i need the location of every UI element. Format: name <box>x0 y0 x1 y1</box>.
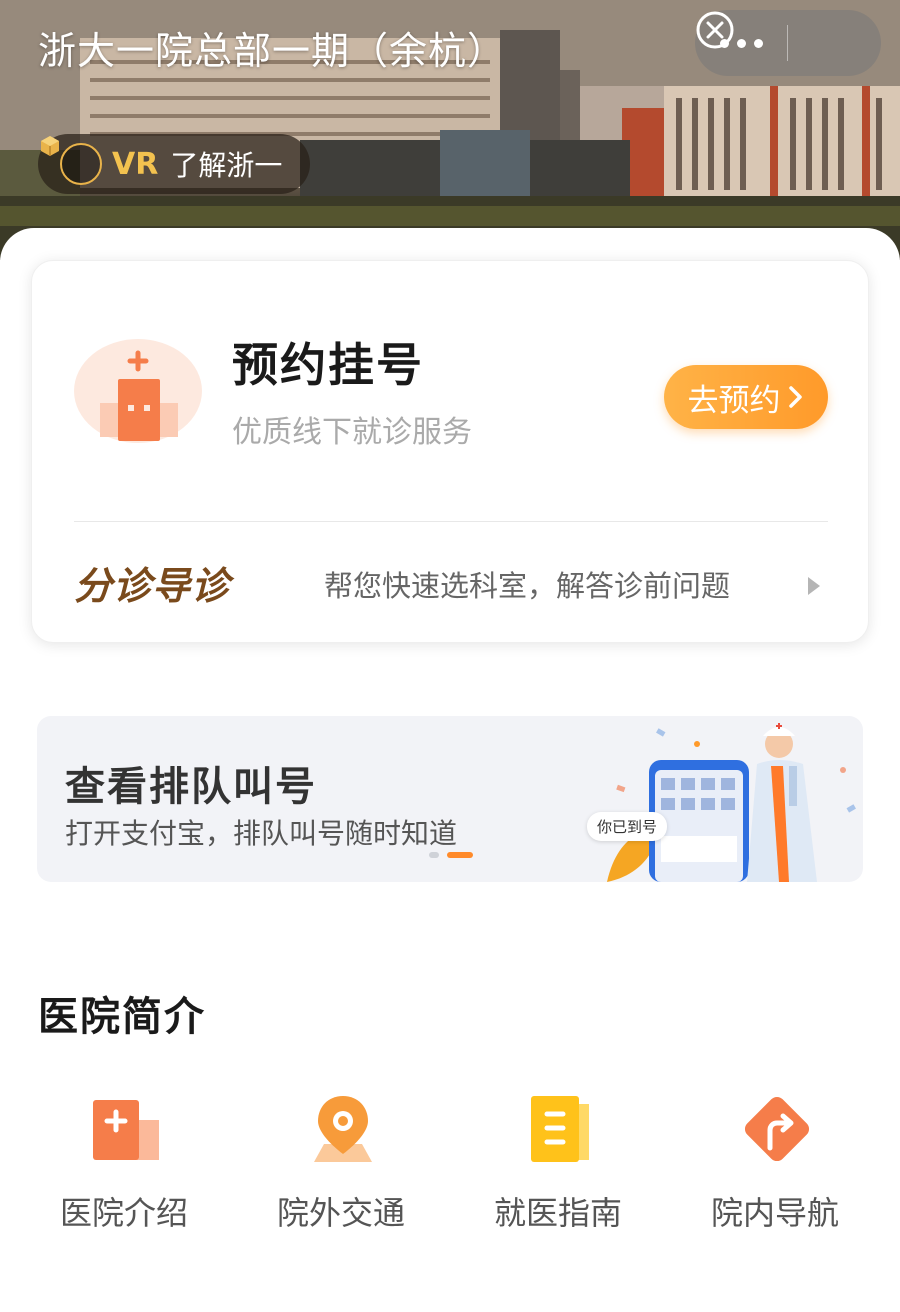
hospital-building-icon <box>74 339 202 443</box>
carousel-dot-active <box>447 852 473 858</box>
carousel-indicator <box>429 852 473 858</box>
grid-item-label: 就医指南 <box>493 1194 622 1232</box>
more-dot-icon <box>753 38 763 48</box>
appointment-card: 预约挂号 优质线下就诊服务 去预约 分诊导诊 帮您快速选科室，解答诊前问题 <box>31 260 869 643</box>
grid-item-transport[interactable]: 院外交通 <box>231 1080 451 1232</box>
hero-banner: 浙大一院总部一期（余杭） VR 了解浙一 <box>0 0 900 260</box>
queue-banner-title: 查看排队叫号 <box>65 764 317 810</box>
chevron-right-icon <box>788 386 802 408</box>
guide-book-icon <box>531 1096 589 1162</box>
queue-banner[interactable]: 查看排队叫号 打开支付宝，排队叫号随时知道 你已到号 <box>37 716 863 882</box>
grid-item-label: 院外交通 <box>276 1194 405 1232</box>
queue-banner-subtitle: 打开支付宝，排队叫号随时知道 <box>65 817 458 850</box>
hospital-card-icon <box>93 1100 159 1160</box>
doctor-phone-illustration <box>607 723 856 882</box>
phone-callout: 你已到号 <box>587 812 668 841</box>
appointment-title: 预约挂号 <box>232 338 424 392</box>
book-appointment-label: 去预约 <box>687 382 781 419</box>
vr-badge-text: VR <box>112 146 159 182</box>
triage-link[interactable]: 帮您快速选科室，解答诊前问题 <box>324 563 730 605</box>
location-pin-icon <box>314 1096 372 1162</box>
vr-label: 了解浙一 <box>170 149 283 182</box>
more-dot-icon <box>736 38 746 48</box>
main-content: 预约挂号 优质线下就诊服务 去预约 分诊导诊 帮您快速选科室，解答诊前问题 查看… <box>0 228 900 1312</box>
intro-grid: 医院介绍 院外交通 就医指南 院内导航 <box>0 1080 900 1232</box>
mini-program-capsule <box>695 10 881 76</box>
vr-cube-icon <box>41 136 102 185</box>
close-circle-icon <box>696 11 734 49</box>
section-title-intro: 医院简介 <box>38 994 206 1040</box>
grid-item-label: 医院介绍 <box>59 1194 188 1232</box>
triangle-right-icon <box>808 577 820 595</box>
grid-item-navigation[interactable]: 院内导航 <box>665 1080 885 1232</box>
grid-item-hospital-intro[interactable]: 医院介绍 <box>14 1080 234 1232</box>
vr-tour-button[interactable]: VR 了解浙一 <box>38 134 310 194</box>
card-divider <box>74 521 828 522</box>
page-title: 浙大一院总部一期（余杭） <box>38 29 507 73</box>
book-appointment-button[interactable]: 去预约 <box>664 365 828 429</box>
triage-logo: 分诊导诊 <box>74 564 231 608</box>
appointment-subtitle: 优质线下就诊服务 <box>232 415 472 450</box>
close-button[interactable] <box>696 10 880 76</box>
grid-item-label: 院内导航 <box>710 1194 839 1232</box>
navigation-arrow-icon <box>744 1096 810 1162</box>
carousel-dot <box>429 852 439 858</box>
grid-item-guide[interactable]: 就医指南 <box>448 1080 668 1232</box>
